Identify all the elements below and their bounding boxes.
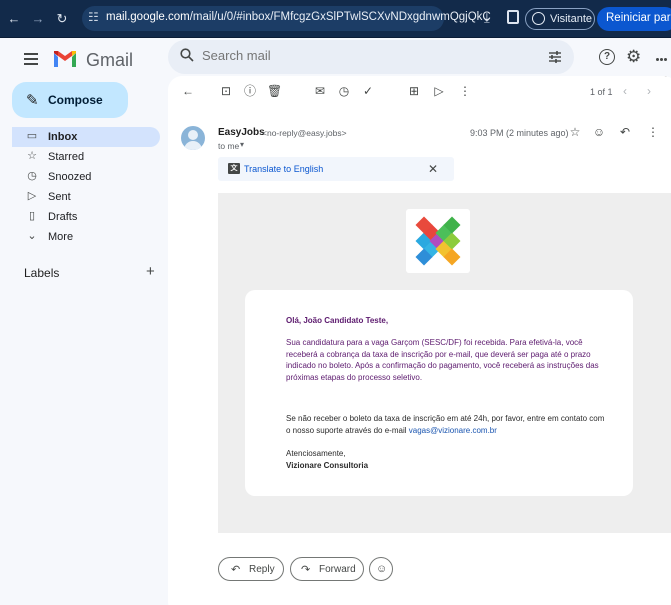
- sidebar-item-inbox[interactable]: ▭ Inbox: [12, 127, 160, 147]
- url-text[interactable]: mail.google.com/mail/u/0/#inbox/FMfcgzGx…: [106, 11, 491, 23]
- translate-icon: 文: [228, 163, 240, 174]
- email-content-card: Olá, João Candidato Teste, Sua candidatu…: [245, 290, 633, 496]
- inbox-icon: ▭: [26, 130, 38, 142]
- emoji-react-button[interactable]: ☺: [369, 557, 393, 581]
- email-signature: Vizionare Consultoria: [286, 461, 369, 470]
- forward-icon[interactable]: →: [30, 11, 46, 27]
- sidebar-item-more[interactable]: ⌄ More: [12, 227, 160, 247]
- pager-count: 1 of 1: [590, 87, 613, 97]
- chevron-down-icon: ⌄: [27, 230, 37, 242]
- sidebar-item-sent[interactable]: ▷ Sent: [12, 187, 160, 207]
- url-host: mail.google.com: [106, 11, 190, 23]
- sender-name[interactable]: EasyJobs: [218, 127, 265, 138]
- reload-icon[interactable]: ↻: [54, 11, 70, 27]
- back-icon[interactable]: ←: [6, 11, 22, 27]
- download-icon[interactable]: ⤓: [484, 10, 490, 26]
- forward-icon: ↷: [301, 564, 311, 576]
- profile-button[interactable]: Visitante: [525, 8, 595, 30]
- sidebar-item-label: Snoozed: [48, 171, 92, 183]
- draft-icon: ▯: [28, 210, 36, 222]
- sidebar-item-starred[interactable]: ☆ Starred: [12, 147, 160, 167]
- search-input[interactable]: [202, 48, 502, 63]
- x-logo-icon: [415, 216, 461, 266]
- archive-icon[interactable]: ⊡: [219, 84, 233, 98]
- support-email-link[interactable]: vagas@vizionare.com.br: [409, 426, 497, 435]
- side-panel-icon[interactable]: [507, 10, 519, 24]
- next-icon[interactable]: ›: [647, 84, 651, 98]
- report-spam-icon[interactable]: ⓘ: [243, 84, 257, 98]
- translate-link[interactable]: Translate to English: [244, 164, 323, 174]
- sidebar-item-label: Starred: [48, 151, 85, 163]
- gmail-logo[interactable]: [52, 48, 78, 70]
- site-settings-icon[interactable]: ☷: [88, 10, 99, 24]
- search-bar[interactable]: [168, 40, 574, 74]
- sidebar-item-label: Inbox: [48, 131, 78, 143]
- reply-label: Reply: [249, 564, 275, 575]
- sender-email: <no-reply@easy.jobs>: [262, 128, 347, 138]
- send-icon: ▷: [27, 190, 37, 202]
- search-icon[interactable]: [180, 48, 194, 62]
- search-options-icon[interactable]: [548, 50, 562, 64]
- forward-label: Forward: [319, 564, 356, 575]
- emoji-icon: ☺: [376, 563, 388, 575]
- snooze-icon[interactable]: ◷: [337, 84, 351, 98]
- more-options-icon[interactable]: ⋮: [458, 84, 472, 98]
- email-paragraph: Se não receber o boleto da taxa de inscr…: [286, 413, 606, 436]
- reply-icon[interactable]: ↶: [618, 125, 632, 139]
- email-closing: Atenciosamente,: [286, 449, 346, 458]
- timestamp: 9:03 PM (2 minutes ago): [470, 128, 569, 138]
- sidebar-item-label: More: [48, 231, 74, 243]
- close-icon[interactable]: ✕: [428, 162, 438, 176]
- email-body: Olá, João Candidato Teste, Sua candidatu…: [218, 193, 671, 533]
- move-to-icon[interactable]: ⊞: [407, 84, 421, 98]
- reply-button[interactable]: ↶ Reply: [218, 557, 284, 581]
- sidebar-item-snoozed[interactable]: ◷ Snoozed: [12, 167, 160, 187]
- show-details-icon[interactable]: ▾: [240, 140, 244, 149]
- sidebar-item-label: Sent: [48, 191, 71, 203]
- address-bar[interactable]: ☷ mail.google.com/mail/u/0/#inbox/FMfcgz…: [82, 6, 491, 31]
- emoji-react-icon[interactable]: ☺: [592, 125, 606, 139]
- url-path: /mail/u/0/#inbox/FMfcgzGxSlPTwlSCXvNDxgd…: [189, 11, 491, 23]
- help-icon[interactable]: ?: [599, 49, 615, 65]
- pencil-icon: ✎: [26, 92, 39, 109]
- sidebar-item-label: Drafts: [48, 211, 78, 223]
- star-icon: ☆: [27, 150, 37, 162]
- translate-bar: 文 Translate to English ✕: [218, 157, 454, 181]
- forward-button[interactable]: ↷ Forward: [290, 557, 364, 581]
- app-name[interactable]: Gmail: [86, 50, 133, 71]
- settings-gear-icon[interactable]: ⚙: [626, 47, 641, 67]
- recipient-text: to me: [218, 141, 240, 151]
- email-paragraph: Sua candidatura para a vaga Garçom (SESC…: [286, 338, 599, 382]
- back-to-inbox-icon[interactable]: ←: [181, 84, 195, 98]
- delete-icon[interactable]: 🗑: [267, 84, 282, 98]
- profile-label: Visitante: [550, 13, 592, 25]
- labels-heading: Labels: [24, 266, 60, 280]
- compose-button[interactable]: ✎ Compose: [12, 82, 128, 118]
- previous-icon[interactable]: ‹: [623, 84, 627, 98]
- star-icon[interactable]: ☆: [568, 125, 582, 139]
- add-task-icon[interactable]: ✓: [361, 84, 375, 98]
- avatar[interactable]: [181, 126, 205, 150]
- main-menu-icon[interactable]: [24, 53, 38, 68]
- reply-icon: ↶: [231, 564, 241, 576]
- browser-toolbar: ← → ↻ ☷ mail.google.com/mail/u/0/#inbox/…: [0, 0, 671, 38]
- add-label-icon[interactable]: +: [146, 263, 155, 280]
- email-greeting: Olá, João Candidato Teste,: [286, 316, 389, 325]
- update-button[interactable]: Reiniciar para atu: [597, 7, 671, 31]
- mark-unread-icon[interactable]: ✉: [313, 84, 327, 98]
- person-icon: [532, 12, 545, 25]
- label-icon[interactable]: ▷: [432, 84, 446, 98]
- compose-label: Compose: [48, 93, 103, 107]
- sender-logo: [406, 209, 470, 273]
- clock-icon: ◷: [27, 170, 37, 182]
- more-options-icon[interactable]: ⋮: [646, 125, 660, 139]
- sidebar-item-drafts[interactable]: ▯ Drafts: [12, 207, 160, 227]
